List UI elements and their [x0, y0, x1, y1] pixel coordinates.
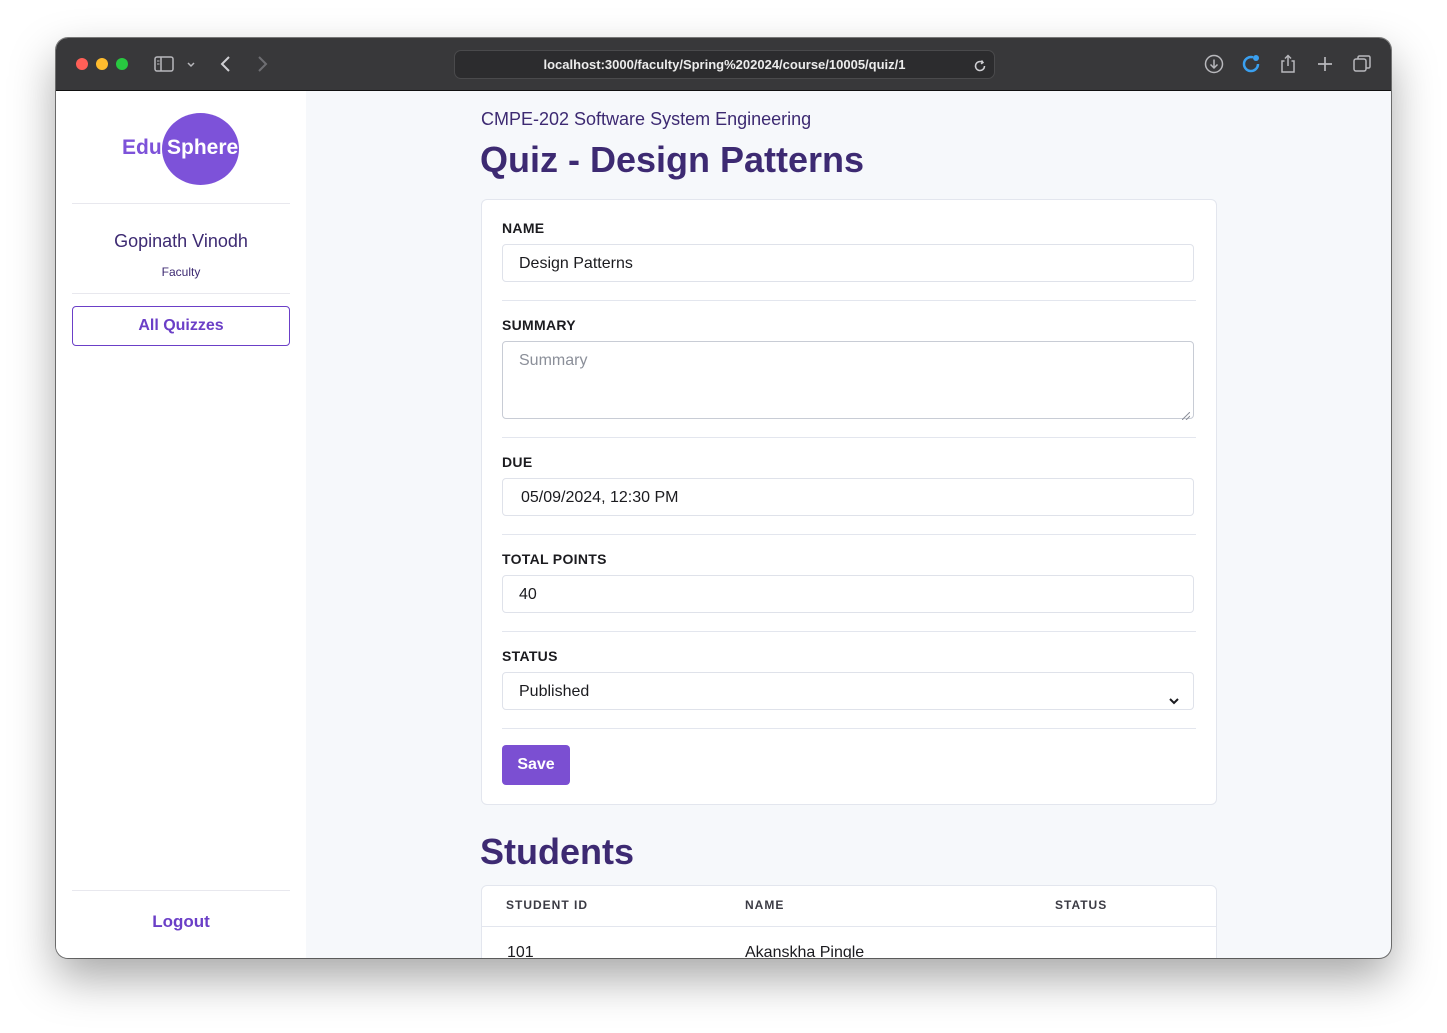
column-header-name: NAME — [745, 898, 785, 912]
status-label: STATUS — [502, 648, 558, 664]
total-points-input[interactable]: 40 — [502, 575, 1194, 613]
maximize-window-button[interactable] — [116, 58, 128, 70]
logo-text-edu: Edu — [122, 136, 162, 159]
resize-handle-icon[interactable] — [1181, 407, 1191, 421]
main-content: CMPE-202 Software System Engineering Qui… — [306, 91, 1391, 958]
due-label: DUE — [502, 454, 533, 470]
reload-icon[interactable] — [972, 56, 988, 72]
sidebar-divider — [72, 890, 290, 891]
chevron-down-icon — [1167, 685, 1181, 705]
quiz-form: NAME Design Patterns SUMMARY Summary DUE… — [481, 199, 1217, 805]
summary-placeholder: Summary — [519, 352, 588, 369]
cell-student-id: 101 — [507, 944, 534, 958]
chevron-down-icon[interactable] — [182, 52, 200, 76]
minimize-window-button[interactable] — [96, 58, 108, 70]
cell-student-name: Akanskha Pingle — [745, 944, 865, 958]
download-icon[interactable] — [1202, 52, 1226, 76]
page-title: Quiz - Design Patterns — [480, 139, 865, 180]
tab-overview-icon[interactable] — [1350, 52, 1374, 76]
column-header-student-id: STUDENT ID — [506, 898, 588, 912]
status-select[interactable]: Published — [502, 672, 1194, 710]
name-input[interactable]: Design Patterns — [502, 244, 1194, 282]
browser-window: localhost:3000/faculty/Spring%202024/cou… — [56, 38, 1391, 958]
summary-label: SUMMARY — [502, 317, 576, 333]
sidebar-divider — [72, 293, 290, 294]
total-points-label: TOTAL POINTS — [502, 551, 607, 567]
new-tab-icon[interactable] — [1313, 52, 1337, 76]
due-datetime-input[interactable]: 05/09/2024, 12:30 PM — [502, 478, 1194, 516]
url-text: localhost:3000/faculty/Spring%202024/cou… — [543, 57, 906, 72]
course-title: CMPE-202 Software System Engineering — [481, 109, 812, 129]
extension-icon[interactable] — [1239, 52, 1263, 76]
table-header-divider — [482, 926, 1216, 927]
column-header-status: STATUS — [1055, 898, 1108, 912]
form-divider — [502, 631, 1196, 632]
user-name: Gopinath Vinodh — [114, 231, 248, 251]
form-divider — [502, 300, 1196, 301]
close-window-button[interactable] — [76, 58, 88, 70]
students-table: STUDENT ID NAME STATUS 101 Akanskha Ping… — [481, 885, 1217, 958]
save-button[interactable]: Save — [502, 745, 570, 785]
status-selected-value: Published — [519, 683, 590, 700]
logout-link[interactable]: Logout — [56, 912, 306, 932]
url-bar[interactable]: localhost:3000/faculty/Spring%202024/cou… — [454, 50, 995, 79]
summary-textarea[interactable]: Summary — [502, 341, 1194, 421]
forward-arrow-icon[interactable] — [250, 52, 274, 76]
logo-text-sphere: Sphere — [167, 136, 239, 159]
form-divider — [502, 437, 1196, 438]
students-heading: Students — [480, 831, 635, 872]
sidebar-divider — [72, 203, 290, 204]
all-quizzes-button[interactable]: All Quizzes — [72, 306, 290, 346]
share-icon[interactable] — [1276, 52, 1300, 76]
user-role: Faculty — [161, 265, 201, 279]
browser-toolbar: localhost:3000/faculty/Spring%202024/cou… — [56, 38, 1391, 91]
back-arrow-icon[interactable] — [214, 52, 238, 76]
sidebar: Edu Sphere Gopinath Vinodh Faculty All Q… — [56, 91, 306, 958]
form-divider — [502, 728, 1196, 729]
form-divider — [502, 534, 1196, 535]
edusphere-logo: Edu Sphere — [122, 113, 242, 185]
name-label: NAME — [502, 220, 545, 236]
sidebar-toggle-icon[interactable] — [152, 52, 176, 76]
